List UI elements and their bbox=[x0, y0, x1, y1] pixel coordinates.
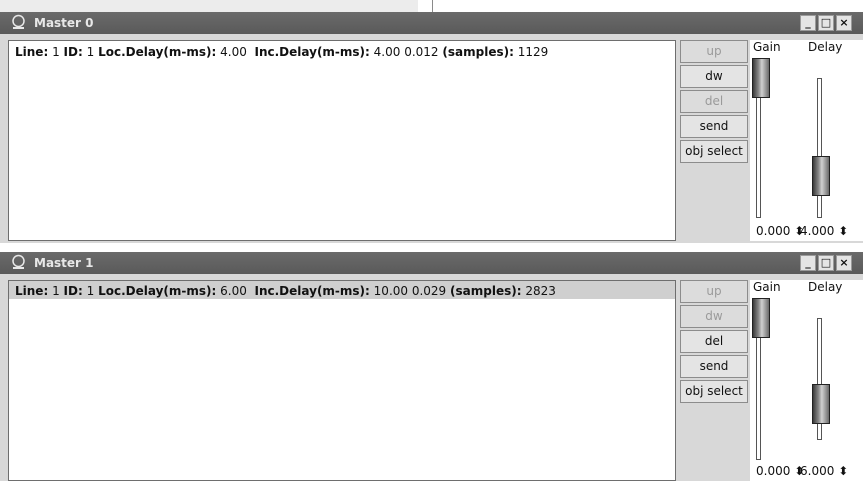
up-button[interactable]: up bbox=[680, 280, 748, 303]
gain-label: Gain bbox=[753, 280, 781, 294]
down-button[interactable]: dw bbox=[680, 305, 748, 328]
inc-delay-value: 4.00 0.012 bbox=[373, 45, 439, 59]
delay-slider-track[interactable] bbox=[817, 78, 822, 218]
obj-select-button[interactable]: obj select bbox=[680, 140, 748, 163]
loc-delay-value: 6.00 bbox=[220, 284, 247, 298]
maximize-button[interactable]: □ bbox=[818, 15, 834, 31]
id-value: 1 bbox=[86, 45, 95, 59]
loc-delay-value: 4.00 bbox=[220, 45, 247, 59]
line-value: 1 bbox=[52, 45, 60, 59]
mixer-panel: Gain Delay 0.000 ⬍ 4.000 ⬍ bbox=[750, 40, 863, 241]
samples-label: (samples): bbox=[450, 284, 522, 298]
window-title: Master 1 bbox=[34, 256, 94, 270]
close-button[interactable]: × bbox=[836, 255, 852, 271]
background-panel bbox=[0, 0, 418, 12]
minimize-button[interactable]: _ bbox=[800, 15, 816, 31]
gain-slider-thumb[interactable] bbox=[752, 298, 770, 338]
title-bar[interactable]: Master 0 _ □ × bbox=[0, 12, 863, 34]
master-window-0: Master 0 _ □ × Line: 1 ID: 1 Loc.Delay(m… bbox=[0, 12, 863, 243]
minimize-button[interactable]: _ bbox=[800, 255, 816, 271]
send-button[interactable]: send bbox=[680, 115, 748, 138]
gain-label: Gain bbox=[753, 40, 781, 54]
window-title: Master 0 bbox=[34, 16, 94, 30]
up-button[interactable]: up bbox=[680, 40, 748, 63]
background-strip bbox=[0, 0, 863, 12]
mixer-panel: Gain Delay 0.000 ⬍ 6.000 ⬍ bbox=[750, 280, 863, 481]
delete-button[interactable]: del bbox=[680, 330, 748, 353]
samples-value: 1129 bbox=[517, 45, 549, 59]
gain-value: 0.000 bbox=[756, 224, 791, 238]
title-bar[interactable]: Master 1 _ □ × bbox=[0, 252, 863, 274]
master-window-1: Master 1 _ □ × Line: 1 ID: 1 Loc.Delay(m… bbox=[0, 252, 863, 481]
line-label: Line: bbox=[15, 45, 49, 59]
line-list[interactable]: Line: 1 ID: 1 Loc.Delay(m-ms): 6.00 Inc.… bbox=[8, 280, 676, 481]
samples-value: 2823 bbox=[525, 284, 556, 298]
delay-spin-icon[interactable]: ⬍ bbox=[838, 464, 848, 478]
maximize-button[interactable]: □ bbox=[818, 255, 834, 271]
line-info-row-selected[interactable]: Line: 1 ID: 1 Loc.Delay(m-ms): 6.00 Inc.… bbox=[9, 281, 675, 299]
app-icon bbox=[12, 14, 25, 29]
id-value: 1 bbox=[86, 284, 95, 298]
gain-readout[interactable]: 0.000 ⬍ bbox=[756, 464, 804, 478]
delay-value: 6.000 bbox=[800, 464, 835, 478]
delay-value: 4.000 bbox=[800, 224, 835, 238]
line-info-row[interactable]: Line: 1 ID: 1 Loc.Delay(m-ms): 4.00 Inc.… bbox=[15, 45, 548, 59]
delay-slider-thumb[interactable] bbox=[812, 156, 830, 196]
loc-delay-label: Loc.Delay(m-ms): bbox=[98, 45, 217, 59]
id-label: ID: bbox=[63, 284, 83, 298]
loc-delay-label: Loc.Delay(m-ms): bbox=[98, 284, 217, 298]
send-button[interactable]: send bbox=[680, 355, 748, 378]
line-value: 1 bbox=[52, 284, 60, 298]
delay-slider-thumb[interactable] bbox=[812, 384, 830, 424]
delete-button[interactable]: del bbox=[680, 90, 748, 113]
samples-label: (samples): bbox=[442, 45, 514, 59]
delay-label: Delay bbox=[808, 280, 843, 294]
close-button[interactable]: × bbox=[836, 15, 852, 31]
inc-delay-label: Inc.Delay(m-ms): bbox=[254, 45, 370, 59]
inc-delay-value: 10.00 0.029 bbox=[373, 284, 447, 298]
obj-select-button[interactable]: obj select bbox=[680, 380, 748, 403]
line-label: Line: bbox=[15, 284, 49, 298]
divider bbox=[432, 0, 433, 12]
gain-slider-thumb[interactable] bbox=[752, 58, 770, 98]
line-list[interactable]: Line: 1 ID: 1 Loc.Delay(m-ms): 4.00 Inc.… bbox=[8, 40, 676, 241]
app-icon bbox=[12, 254, 25, 269]
delay-spin-icon[interactable]: ⬍ bbox=[838, 224, 848, 238]
delay-label: Delay bbox=[808, 40, 843, 54]
inc-delay-label: Inc.Delay(m-ms): bbox=[254, 284, 370, 298]
gain-value: 0.000 bbox=[756, 464, 791, 478]
id-label: ID: bbox=[63, 45, 83, 59]
delay-readout[interactable]: 4.000 ⬍ bbox=[800, 224, 848, 238]
down-button[interactable]: dw bbox=[680, 65, 748, 88]
delay-readout[interactable]: 6.000 ⬍ bbox=[800, 464, 848, 478]
gain-readout[interactable]: 0.000 ⬍ bbox=[756, 224, 804, 238]
